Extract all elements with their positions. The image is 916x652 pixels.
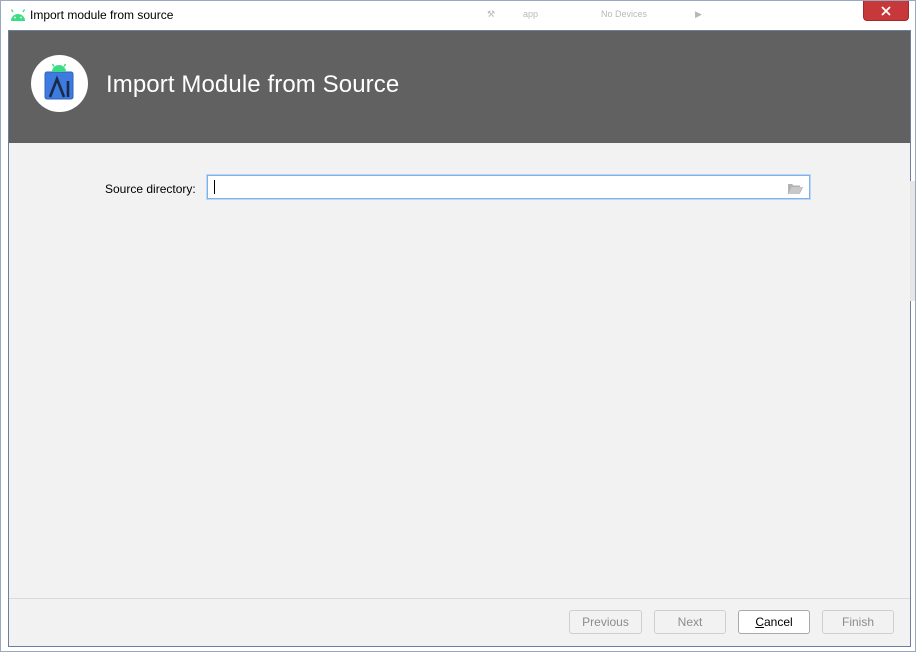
background-toolbar-devices: No Devices xyxy=(601,9,648,19)
cancel-button[interactable]: Cancel xyxy=(738,610,810,634)
finish-button[interactable]: Finish xyxy=(822,610,894,634)
android-studio-logo-icon xyxy=(44,63,74,100)
page-title: Import Module from Source xyxy=(106,71,400,98)
text-caret xyxy=(214,180,215,194)
android-studio-logo xyxy=(31,55,88,112)
android-icon xyxy=(10,9,26,21)
source-directory-label: Source directory: xyxy=(105,182,196,196)
header-banner: Import Module from Source xyxy=(9,31,910,143)
next-button[interactable]: Next xyxy=(654,610,726,634)
background-toolbar-app: app xyxy=(523,9,539,19)
hammer-icon: ⚒ xyxy=(487,9,496,19)
close-icon xyxy=(881,5,891,16)
cancel-label: ancel xyxy=(763,615,793,629)
footer-divider xyxy=(9,598,910,599)
dialog-content: Import Module from Source Source directo… xyxy=(8,30,911,647)
background-scrollbar xyxy=(910,181,915,301)
source-directory-input[interactable] xyxy=(216,179,780,197)
source-directory-field[interactable] xyxy=(207,175,810,199)
previous-button[interactable]: Previous xyxy=(569,610,642,634)
cancel-mnemonic: C xyxy=(755,615,764,629)
run-icon: ▶ xyxy=(695,9,702,19)
dialog-window: Import module from source ⚒ app No Devic… xyxy=(0,0,916,652)
title-bar[interactable]: Import module from source ⚒ app No Devic… xyxy=(1,1,915,30)
folder-open-icon[interactable] xyxy=(787,182,803,194)
window-title: Import module from source xyxy=(30,8,174,22)
close-button[interactable] xyxy=(863,1,909,21)
background-toolbar: ⚒ app No Devices ▶ xyxy=(481,5,861,25)
